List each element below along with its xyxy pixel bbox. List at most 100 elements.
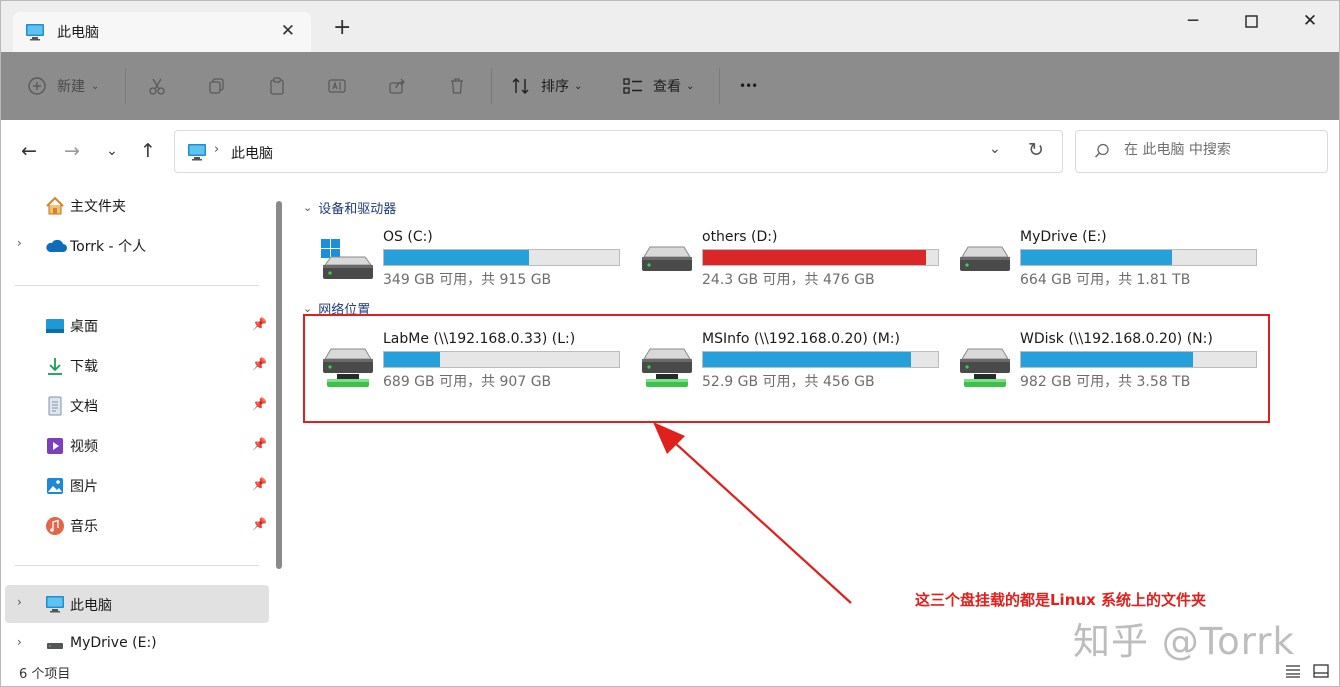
- drive-usage-fill: [384, 250, 530, 265]
- more-options-button[interactable]: •••: [739, 52, 758, 120]
- chevron-right-icon[interactable]: ›: [17, 595, 22, 609]
- computer-icon: [187, 143, 207, 161]
- command-bar: 新建 ⌄ 排序 ⌄ 查看 ⌄ •••: [1, 52, 1339, 120]
- sidebar-item-label: 桌面: [70, 319, 98, 335]
- drive-icon: [640, 239, 694, 287]
- view-button[interactable]: 查看 ⌄: [623, 52, 694, 120]
- sidebar-item-label: 音乐: [70, 519, 98, 535]
- pin-icon[interactable]: 📌: [252, 517, 267, 531]
- breadcrumb-chevron-icon[interactable]: ›: [214, 142, 219, 157]
- sidebar-item-label: 文档: [70, 399, 98, 415]
- sidebar-item-music[interactable]: 音乐 📌: [5, 506, 269, 544]
- sidebar-item-documents[interactable]: 文档 📌: [5, 386, 269, 424]
- sidebar-item-onedrive[interactable]: › Torrk - 个人: [5, 226, 269, 264]
- toolbar-divider: [125, 68, 126, 104]
- rename-button[interactable]: [327, 52, 347, 120]
- sidebar-item-label: 主文件夹: [70, 199, 126, 215]
- pin-icon[interactable]: 📌: [252, 397, 267, 411]
- search-input[interactable]: [1124, 142, 1314, 158]
- drive-usage-bar: [702, 249, 939, 266]
- sidebar-item-this-pc[interactable]: › 此电脑: [5, 585, 269, 623]
- trash-icon: [447, 76, 467, 96]
- toolbar-divider: [719, 68, 720, 104]
- sort-icon: [511, 76, 531, 96]
- drive-tile-d[interactable]: others (D:) 24.3 GB 可用，共 476 GB: [640, 229, 945, 291]
- cut-button[interactable]: [147, 52, 167, 120]
- sort-label: 排序: [541, 79, 569, 95]
- section-devices[interactable]: ⌄ 设备和驱动器: [303, 198, 396, 217]
- item-count: 6 个项目: [19, 667, 71, 682]
- minimize-icon[interactable]: ─: [1181, 9, 1205, 33]
- music-icon: [45, 516, 65, 536]
- drive-usage-fill: [1021, 250, 1172, 265]
- pin-icon[interactable]: 📌: [252, 477, 267, 491]
- sidebar-item-label: 下载: [70, 359, 98, 375]
- pin-icon[interactable]: 📌: [252, 437, 267, 451]
- copy-button[interactable]: [207, 52, 227, 120]
- maximize-icon[interactable]: [1239, 9, 1263, 33]
- document-icon: [45, 396, 65, 416]
- toolbar-divider: [491, 68, 492, 104]
- watermark-text: 知乎 @Torrk: [1073, 620, 1295, 663]
- video-icon: [45, 436, 65, 456]
- tiles-view-icon[interactable]: [1313, 664, 1329, 678]
- share-button[interactable]: [387, 52, 407, 120]
- delete-button[interactable]: [447, 52, 467, 120]
- sidebar-item-label: 此电脑: [70, 598, 112, 614]
- sidebar-scrollbar[interactable]: [276, 201, 282, 569]
- chevron-right-icon[interactable]: ›: [17, 635, 22, 649]
- sidebar-item-mydrive[interactable]: › MyDrive (E:): [5, 625, 269, 658]
- close-window-icon[interactable]: ✕: [1298, 9, 1322, 33]
- drive-usage-bar: [1020, 249, 1257, 266]
- address-dropdown-icon[interactable]: ⌄: [989, 141, 1001, 157]
- back-arrow-icon[interactable]: ←: [17, 139, 41, 163]
- navigation-pane: 主文件夹 › Torrk - 个人 桌面 📌 下载 📌 文档 📌 视频 📌 图片…: [1, 183, 289, 658]
- search-box[interactable]: [1075, 130, 1328, 173]
- drive-name: others (D:): [702, 229, 778, 245]
- drive-tile-c[interactable]: OS (C:) 349 GB 可用，共 915 GB: [321, 229, 626, 291]
- up-arrow-icon[interactable]: ↑: [136, 139, 160, 163]
- forward-arrow-icon[interactable]: →: [60, 139, 84, 163]
- sidebar-divider: [15, 285, 259, 286]
- sidebar-item-desktop[interactable]: 桌面 📌: [5, 306, 269, 344]
- paste-button[interactable]: [267, 52, 287, 120]
- annotation-arrow: [653, 422, 852, 604]
- view-label: 查看: [653, 79, 681, 95]
- tab-title: 此电脑: [57, 25, 99, 41]
- computer-icon: [45, 595, 65, 615]
- pin-icon[interactable]: 📌: [252, 357, 267, 371]
- sidebar-item-downloads[interactable]: 下载 📌: [5, 346, 269, 384]
- download-icon: [45, 356, 65, 376]
- desktop-icon: [45, 316, 65, 336]
- refresh-icon[interactable]: ↻: [1028, 139, 1044, 161]
- drive-name: OS (C:): [383, 229, 433, 245]
- recent-locations-chevron-icon[interactable]: ⌄: [100, 139, 124, 163]
- sidebar-item-label: MyDrive (E:): [70, 635, 157, 651]
- sidebar-item-home[interactable]: 主文件夹: [5, 186, 269, 224]
- annotation-text: 这三个盘挂载的都是Linux 系统上的文件夹: [915, 591, 1206, 609]
- pin-icon[interactable]: 📌: [252, 317, 267, 331]
- chevron-down-icon: ⌄: [303, 201, 313, 214]
- chevron-right-icon[interactable]: ›: [17, 236, 22, 250]
- breadcrumb[interactable]: 此电脑: [231, 143, 273, 163]
- home-icon: [45, 196, 65, 216]
- tab-this-pc[interactable]: 此电脑 ✕: [13, 12, 311, 52]
- sidebar-item-pictures[interactable]: 图片 📌: [5, 466, 269, 504]
- new-tab-icon[interactable]: +: [333, 17, 351, 39]
- tab-close-icon[interactable]: ✕: [281, 21, 295, 41]
- drive-tile-e[interactable]: MyDrive (E:) 664 GB 可用，共 1.81 TB: [958, 229, 1263, 291]
- sidebar-item-label: 图片: [70, 479, 98, 495]
- drive-size: 24.3 GB 可用，共 476 GB: [702, 272, 875, 288]
- sidebar-item-videos[interactable]: 视频 📌: [5, 426, 269, 464]
- details-view-icon[interactable]: [1285, 664, 1301, 678]
- sidebar-item-label: Torrk - 个人: [70, 239, 147, 255]
- picture-icon: [45, 476, 65, 496]
- new-label: 新建: [57, 79, 85, 95]
- search-icon: [1094, 143, 1110, 159]
- address-bar[interactable]: › 此电脑 ⌄ ↻: [174, 130, 1063, 173]
- chevron-down-icon: ⌄: [574, 80, 583, 92]
- drive-name: MyDrive (E:): [1020, 229, 1107, 245]
- sort-button[interactable]: 排序 ⌄: [511, 52, 582, 120]
- new-button[interactable]: 新建 ⌄: [27, 52, 99, 120]
- drive-usage-bar: [383, 249, 620, 266]
